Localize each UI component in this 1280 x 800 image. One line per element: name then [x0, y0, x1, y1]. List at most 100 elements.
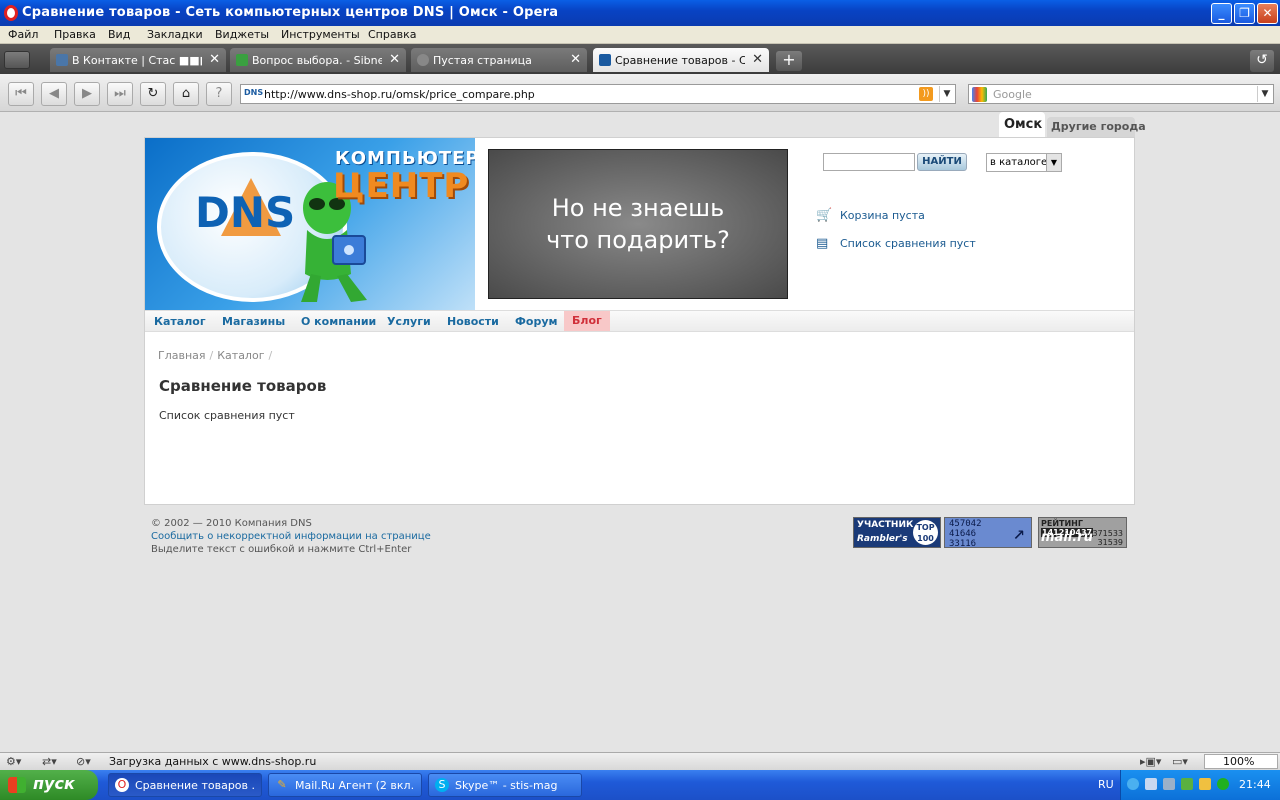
address-url[interactable]: http://www.dns-shop.ru/omsk/price_compar… [264, 88, 535, 101]
search-placeholder[interactable]: Google [993, 88, 1032, 101]
panel-toggle-icon[interactable] [4, 51, 30, 69]
close-tab-icon[interactable]: ✕ [752, 52, 763, 67]
site-container: DNS КОМПЬЮТЕР ЦЕНТР Но не знаешь что под… [144, 137, 1135, 505]
view-icon[interactable]: ▭▾ [1172, 755, 1188, 768]
tab-sibnet[interactable]: Вопрос выбора. - Sibnet... ✕ [230, 48, 406, 72]
mailru-rating-counter[interactable]: РЕЙТИНГ 141210437 mail.ru 371533 31539 [1038, 517, 1127, 548]
back-button[interactable]: ◀ [41, 82, 67, 106]
nav-services[interactable]: Услуги [387, 315, 431, 328]
language-indicator[interactable]: RU [1098, 778, 1114, 791]
cart-icon: 🛒 [816, 208, 833, 223]
mailru-label: РЕЙТИНГ [1041, 519, 1083, 528]
menu-file[interactable]: Файл [8, 28, 38, 41]
tab-label: В Контакте | Стас ■■■ [72, 54, 202, 67]
close-tab-icon[interactable]: ✕ [570, 52, 581, 67]
restore-button[interactable]: ❐ [1234, 3, 1255, 24]
rss-feed-icon[interactable]: )) [919, 87, 933, 101]
tab-label: Пустая страница [433, 54, 532, 67]
start-label: пуск [33, 774, 75, 793]
banner-line2: что подарить? [546, 226, 730, 254]
skype-icon: S [435, 778, 449, 792]
nav-forum[interactable]: Форум [515, 315, 558, 328]
menu-tools[interactable]: Инструменты [281, 28, 360, 41]
menu-widgets[interactable]: Виджеты [215, 28, 269, 41]
chevron-down-icon[interactable]: ▼ [1046, 154, 1061, 171]
site-search-button[interactable]: НАЙТИ [917, 153, 967, 171]
compare-label[interactable]: Список сравнения пуст [840, 237, 976, 250]
search-dropdown-icon[interactable]: ▼ [1257, 86, 1272, 102]
tab-vkontakte[interactable]: В Контакте | Стас ■■■ ✕ [50, 48, 226, 72]
address-dropdown-icon[interactable]: ▼ [939, 86, 954, 102]
tab-label: Сравнение товаров - С... [615, 54, 745, 67]
rambler-top100-counter[interactable]: УЧАСТНИК Rambler's TOP 100 [853, 517, 941, 548]
nav-news[interactable]: Новости [447, 315, 499, 328]
mailru-number: 31539 [1097, 538, 1123, 547]
search-bar[interactable]: Google ▼ [968, 84, 1274, 104]
tray-arrow-icon[interactable] [1127, 778, 1139, 790]
status-message: Загрузка данных с www.dns-shop.ru [109, 755, 317, 768]
wand-button[interactable]: ? [206, 82, 232, 106]
city-tab-current[interactable]: Омск [999, 112, 1045, 137]
rewind-button[interactable]: ⏮ [8, 82, 34, 106]
tab-compare[interactable]: Сравнение товаров - С... ✕ [593, 48, 769, 72]
fast-forward-button[interactable]: ⏭ [107, 82, 133, 106]
forward-button[interactable]: ▶ [74, 82, 100, 106]
promo-banner[interactable]: Но не знаешь что подарить? [488, 149, 788, 299]
new-tab-button[interactable]: + [776, 51, 802, 71]
search-scope-value: в каталоге [990, 157, 1048, 168]
address-bar[interactable]: DNS http://www.dns-shop.ru/omsk/price_co… [240, 84, 956, 104]
menu-view[interactable]: Вид [108, 28, 130, 41]
task-label: Skype™ - stis-mag [455, 779, 558, 792]
tools-icon[interactable]: ⚙▾ [6, 755, 21, 768]
breadcrumb-catalog[interactable]: Каталог [217, 349, 264, 362]
mailru-numbers: 371533 31539 [1092, 529, 1123, 547]
turbo-icon[interactable]: ⇄▾ [42, 755, 57, 768]
nav-catalog[interactable]: Каталог [154, 315, 206, 328]
rambler-line2: Rambler's [857, 534, 908, 544]
google-icon[interactable] [972, 87, 987, 102]
zoom-control[interactable]: 100% [1204, 754, 1278, 769]
logo-line2: ЦЕНТР [333, 166, 470, 206]
liveinternet-counter[interactable]: 457042 41646 33116 ↗ [944, 517, 1032, 549]
menu-bar: Файл Правка Вид Закладки Виджеты Инструм… [0, 26, 1280, 44]
nav-blog[interactable]: Блог [564, 311, 610, 331]
site-search-input[interactable] [823, 153, 915, 171]
nav-about[interactable]: О компании [301, 315, 376, 328]
close-tab-icon[interactable]: ✕ [209, 52, 220, 67]
unite-icon[interactable]: ⊘▾ [76, 755, 91, 768]
volume-icon[interactable] [1163, 778, 1175, 790]
reload-button[interactable]: ↻ [140, 82, 166, 106]
mailru-agent-icon: ✎ [277, 778, 287, 791]
windows-flag-icon [8, 777, 26, 793]
closed-tabs-icon[interactable]: ↺ [1250, 50, 1274, 72]
menu-edit[interactable]: Правка [54, 28, 96, 41]
home-button[interactable]: ⌂ [173, 82, 199, 106]
task-mailru-agent[interactable]: ✎ Mail.Ru Агент (2 вкл... [268, 773, 422, 797]
minimize-button[interactable]: _ [1211, 3, 1232, 24]
network-icon[interactable] [1145, 778, 1157, 790]
report-error-link[interactable]: Сообщить о некорректной информации на ст… [151, 530, 431, 543]
page-title: Сравнение товаров [159, 377, 327, 395]
menu-bookmarks[interactable]: Закладки [147, 28, 203, 41]
dns-favicon-icon [599, 54, 611, 66]
banner-line1: Но не знаешь [551, 194, 725, 222]
task-skype[interactable]: S Skype™ - stis-mag [428, 773, 582, 797]
search-scope-select[interactable]: в каталоге ▼ [986, 153, 1062, 172]
start-button[interactable]: пуск [0, 770, 98, 800]
menu-help[interactable]: Справка [368, 28, 416, 41]
cart-label[interactable]: Корзина пуста [840, 209, 925, 222]
breadcrumb-home[interactable]: Главная [158, 349, 206, 362]
icq-icon[interactable] [1217, 778, 1229, 790]
nav-stores[interactable]: Магазины [222, 315, 285, 328]
close-button[interactable]: ✕ [1257, 3, 1278, 24]
mailru-agent-tray-icon[interactable] [1199, 778, 1211, 790]
task-opera[interactable]: O Сравнение товаров ... [108, 773, 262, 797]
site-logo[interactable]: DNS КОМПЬЮТЕР ЦЕНТР [145, 138, 475, 310]
close-tab-icon[interactable]: ✕ [389, 52, 400, 67]
antivirus-icon[interactable] [1181, 778, 1193, 790]
tab-blank[interactable]: Пустая страница ✕ [411, 48, 587, 72]
task-label: Сравнение товаров ... [135, 779, 255, 792]
page-layout-icon[interactable]: ▸▣▾ [1140, 755, 1161, 768]
city-tab-other[interactable]: Другие города [1047, 117, 1146, 137]
main-navigation: Каталог Магазины О компании Услуги Новос… [145, 310, 1134, 332]
